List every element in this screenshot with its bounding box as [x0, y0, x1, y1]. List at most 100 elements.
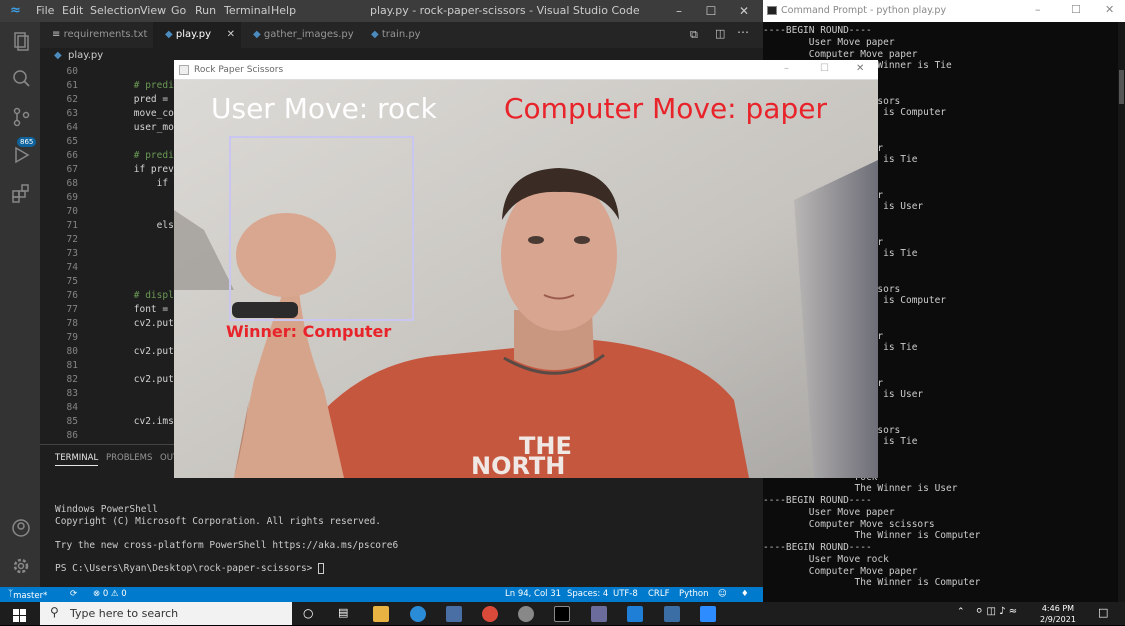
cursor-position-status[interactable]: Ln 94, Col 31: [505, 589, 561, 599]
fist: [236, 213, 336, 297]
notification-center-icon[interactable]: □: [1098, 606, 1108, 619]
vscode-taskbar-icon[interactable]: [627, 606, 643, 622]
terminal-prompt[interactable]: PS C:\Users\Ryan\Desktop\rock-paper-scis…: [55, 563, 325, 574]
notifications-bell-icon[interactable]: ♦: [741, 589, 749, 599]
minimize-button[interactable]: –: [664, 2, 694, 20]
close-button[interactable]: ✕: [729, 2, 759, 20]
problems-status[interactable]: ⊗ 0 ⚠ 0: [93, 589, 127, 599]
chrome-icon[interactable]: [482, 606, 498, 622]
source-control-icon[interactable]: [10, 106, 32, 128]
rps-titlebar: Rock Paper Scissors – ☐ ✕: [174, 60, 878, 80]
store-icon[interactable]: [446, 606, 462, 622]
rps-title: Rock Paper Scissors: [194, 65, 284, 75]
open-changes-icon[interactable]: ⧉: [690, 28, 698, 42]
cmd-line: Computer Move paper: [763, 48, 918, 60]
vscode-logo-icon: ≈: [10, 3, 21, 18]
menu-selection[interactable]: Selection: [90, 4, 141, 17]
menu-run[interactable]: Run: [195, 4, 216, 17]
tab-problems[interactable]: PROBLEMS: [106, 453, 152, 463]
music-app-icon[interactable]: [518, 606, 534, 622]
menu-help[interactable]: Help: [271, 4, 296, 17]
watch: [232, 302, 298, 318]
user-move-text: User Move: rock: [211, 92, 437, 125]
code-line: else:: [88, 220, 186, 231]
eol-status[interactable]: CRLF: [648, 589, 669, 599]
start-button[interactable]: [13, 607, 26, 626]
extensions-icon[interactable]: [10, 182, 32, 204]
cmd-close-button[interactable]: ✕: [1105, 3, 1114, 16]
rps-maximize-button[interactable]: ☐: [820, 63, 829, 74]
run-debug-icon[interactable]: [10, 144, 32, 166]
task-view-icon[interactable]: ▤: [338, 606, 348, 619]
explorer-icon[interactable]: [10, 30, 32, 52]
line-number: 69: [66, 192, 78, 203]
cmd-line: ----BEGIN ROUND----: [763, 542, 872, 553]
more-actions-icon[interactable]: ⋯: [737, 25, 749, 39]
tab-requirements[interactable]: ≡ requirements.txt: [40, 22, 150, 48]
cmd-line: User Move paper: [763, 36, 895, 48]
cmd-scrollbar[interactable]: [1118, 22, 1125, 602]
line-number: 76: [66, 290, 78, 301]
breadcrumb-file[interactable]: play.py: [68, 50, 103, 61]
activity-bar: 865: [0, 22, 40, 587]
feedback-icon[interactable]: ☺: [718, 589, 727, 599]
window-title: play.py - rock-paper-scissors - Visual S…: [370, 4, 640, 17]
line-number: 72: [66, 234, 78, 245]
split-editor-icon[interactable]: ◫: [715, 27, 725, 40]
cmd-title: Command Prompt - python play.py: [781, 5, 947, 16]
cmd-line: The Winner is User: [763, 483, 958, 495]
tab-train[interactable]: ◆ train.py: [359, 22, 444, 48]
menu-file[interactable]: File: [36, 4, 54, 17]
line-number: 75: [66, 276, 78, 287]
cmd-taskbar-icon[interactable]: [554, 606, 570, 622]
zoom-taskbar-icon[interactable]: [700, 606, 716, 622]
rps-app-icon: [179, 65, 189, 75]
cmd-line: The Winner is Computer: [763, 530, 981, 542]
taskbar-clock[interactable]: 4:46 PM 2/9/2021: [1040, 603, 1076, 625]
tray-icons[interactable]: ⚪ ◫ ♪ ≈: [975, 606, 1017, 617]
taskbar-search[interactable]: ⚲ Type here to search: [40, 602, 292, 625]
cmd-line: ----BEGIN ROUND----: [763, 25, 872, 36]
terminal-line: Windows PowerShell: [55, 504, 158, 515]
tray-chevron-icon[interactable]: ⌃: [957, 607, 965, 617]
windows-logo-icon: [13, 609, 26, 622]
tab-terminal[interactable]: TERMINAL: [55, 453, 99, 466]
clock-date: 2/9/2021: [1040, 615, 1076, 624]
app-taskbar-icon[interactable]: [591, 606, 607, 622]
line-number: 68: [66, 178, 78, 189]
vscode-titlebar: ≈ File Edit Selection View Go Run Termin…: [0, 0, 763, 22]
indentation-status[interactable]: Spaces: 4: [567, 589, 608, 599]
menu-terminal[interactable]: Terminal: [224, 4, 271, 17]
tab-play-py[interactable]: ◆ play.py ✕: [153, 22, 241, 48]
rps-close-button[interactable]: ✕: [856, 63, 864, 74]
line-number: 85: [66, 416, 78, 427]
language-status[interactable]: Python: [679, 589, 708, 599]
search-icon[interactable]: [10, 68, 32, 90]
status-bar: ᛉ master* ⟳ ⊗ 0 ⚠ 0 Ln 94, Col 31 Spaces…: [0, 587, 763, 602]
settings-gear-icon[interactable]: [10, 555, 32, 577]
line-number: 83: [66, 388, 78, 399]
cmd-minimize-button[interactable]: –: [1035, 3, 1041, 16]
branch-status[interactable]: ᛉ master*: [8, 589, 47, 601]
cortana-icon[interactable]: ○: [303, 606, 313, 620]
cmd-line: User Move paper: [763, 506, 895, 518]
menu-view[interactable]: View: [140, 4, 166, 17]
close-tab-icon[interactable]: ✕: [227, 22, 235, 48]
cmd-maximize-button[interactable]: ☐: [1071, 3, 1081, 16]
rps-minimize-button[interactable]: –: [784, 63, 789, 74]
line-number: 60: [66, 66, 78, 77]
tab-gather-images[interactable]: ◆ gather_images.py: [241, 22, 359, 48]
file-explorer-icon[interactable]: [373, 606, 389, 622]
sync-icon[interactable]: ⟳: [70, 589, 77, 599]
maximize-button[interactable]: ☐: [696, 2, 726, 20]
search-magnifier-icon: ⚲: [50, 605, 59, 619]
encoding-status[interactable]: UTF-8: [613, 589, 638, 599]
line-number: 71: [66, 220, 78, 231]
menu-go[interactable]: Go: [171, 4, 186, 17]
python-taskbar-icon[interactable]: [664, 606, 680, 622]
account-icon[interactable]: [10, 517, 32, 539]
menu-edit[interactable]: Edit: [62, 4, 83, 17]
cmd-scroll-thumb[interactable]: [1119, 70, 1124, 104]
line-number: 63: [66, 108, 78, 119]
edge-icon[interactable]: [410, 606, 426, 622]
